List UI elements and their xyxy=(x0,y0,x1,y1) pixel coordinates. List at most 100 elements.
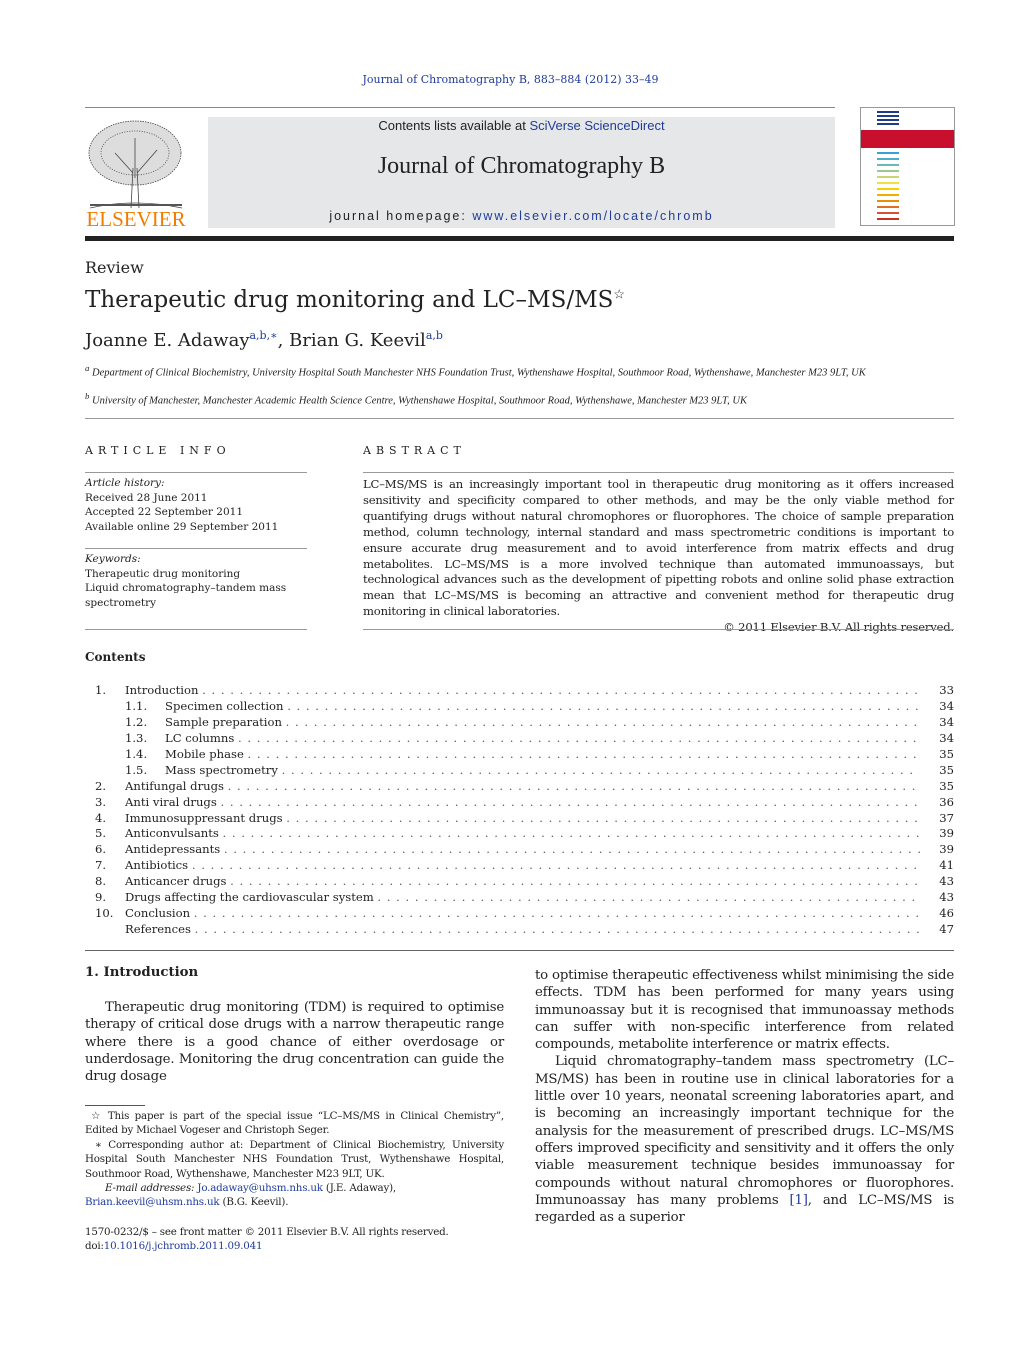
sciencedirect-link[interactable]: SciVerse ScienceDirect xyxy=(529,118,664,133)
toc-number: 1. xyxy=(95,683,107,697)
divider xyxy=(85,629,307,630)
toc-label-with-leader: Introduction . . . . . . . . . . . . . .… xyxy=(125,683,920,699)
toc-entry[interactable]: 10. Conclusion . . . . . . . . . . . . . … xyxy=(85,906,954,922)
toc-entry[interactable]: 3. Anti viral drugs . . . . . . . . . . .… xyxy=(85,795,954,811)
toc-label[interactable]: Sample preparation xyxy=(165,715,282,729)
toc-label-with-leader: Drugs affecting the cardiovascular syste… xyxy=(125,890,920,906)
toc-label[interactable]: Antibiotics xyxy=(125,858,188,872)
toc-page: 39 xyxy=(939,842,954,857)
email-link[interactable]: Jo.adaway@uhsm.nhs.uk xyxy=(197,1182,323,1194)
toc-number: 3. xyxy=(95,794,107,809)
divider xyxy=(85,548,307,549)
footnote-corresponding: ∗ Corresponding author at: Department of… xyxy=(85,1138,504,1180)
toc-entry[interactable]: References . . . . . . . . . . . . . . .… xyxy=(85,922,954,938)
toc-label[interactable]: Mobile phase xyxy=(165,747,244,761)
dot-leader: . . . . . . . . . . . . . . . . . . . . … xyxy=(238,730,920,745)
reference-link[interactable]: [1] xyxy=(790,1193,808,1208)
homepage-link[interactable]: www.elsevier.com/locate/chromb xyxy=(472,209,713,223)
divider xyxy=(85,472,307,473)
toc-number: 4. xyxy=(95,810,107,825)
toc-entry[interactable]: 1.4. Mobile phase . . . . . . . . . . . .… xyxy=(85,747,954,763)
toc-label-with-leader: Anticancer drugs . . . . . . . . . . . .… xyxy=(125,874,920,890)
toc-label[interactable]: Antidepressants xyxy=(125,842,220,856)
toc-entry[interactable]: 6. Antidepressants . . . . . . . . . . . … xyxy=(85,842,954,858)
article-title: Therapeutic drug monitoring and LC–MS/MS… xyxy=(85,287,626,313)
toc-label-with-leader: Mass spectrometry . . . . . . . . . . . … xyxy=(165,763,920,779)
toc-label[interactable]: Specimen collection xyxy=(165,699,284,713)
article-type: Review xyxy=(85,258,144,277)
dot-leader: . . . . . . . . . . . . . . . . . . . . … xyxy=(202,683,920,697)
toc-page: 43 xyxy=(939,890,954,905)
author-affiliation-marks[interactable]: a,b,∗ xyxy=(250,329,278,342)
toc-label[interactable]: Conclusion xyxy=(125,906,190,920)
toc-number: 1.3. xyxy=(125,730,148,745)
toc-label[interactable]: Immunosuppressant drugs xyxy=(125,811,283,825)
toc-entry[interactable]: 1.3. LC columns . . . . . . . . . . . . .… xyxy=(85,731,954,747)
toc-label-with-leader: Mobile phase . . . . . . . . . . . . . .… xyxy=(165,747,920,763)
contents-availability: Contents lists available at SciVerse Sci… xyxy=(378,118,665,133)
toc-entry[interactable]: 1. Introduction . . . . . . . . . . . . .… xyxy=(85,683,954,699)
email-link[interactable]: Brian.keevil@uhsm.nhs.uk xyxy=(85,1196,220,1208)
body-text-left: Therapeutic drug monitoring (TDM) is req… xyxy=(85,1000,504,1085)
star-footnote-mark[interactable]: ☆ xyxy=(613,287,625,302)
toc-entry[interactable]: 5. Anticonvulsants . . . . . . . . . . . … xyxy=(85,826,954,842)
toc-label[interactable]: Antifungal drugs xyxy=(125,779,224,793)
author-name: Joanne E. Adaway xyxy=(85,330,250,351)
article-history: Article history: Received 28 June 2011 Ac… xyxy=(85,477,279,533)
dot-leader: . . . . . . . . . . . . . . . . . . . . … xyxy=(287,698,920,713)
affiliation: a Department of Clinical Biochemistry, U… xyxy=(85,363,866,379)
dot-leader: . . . . . . . . . . . . . . . . . . . . … xyxy=(222,826,921,841)
table-of-contents: 1. Introduction . . . . . . . . . . . . .… xyxy=(85,683,954,938)
toc-label-with-leader: Antidepressants . . . . . . . . . . . . … xyxy=(125,842,920,858)
toc-entry[interactable]: 9. Drugs affecting the cardiovascular sys… xyxy=(85,890,954,906)
toc-label-with-leader: Conclusion . . . . . . . . . . . . . . .… xyxy=(125,906,920,922)
journal-citation[interactable]: Journal of Chromatography B, 883–884 (20… xyxy=(0,73,1021,86)
elsevier-logo: ELSEVIER xyxy=(85,118,187,231)
toc-page: 35 xyxy=(939,778,954,793)
toc-entry[interactable]: 4. Immunosuppressant drugs . . . . . . . … xyxy=(85,811,954,827)
toc-label-with-leader: Immunosuppressant drugs . . . . . . . . … xyxy=(125,811,920,827)
dot-leader: . . . . . . . . . . . . . . . . . . . . … xyxy=(247,746,920,761)
toc-label[interactable]: LC columns xyxy=(165,731,234,745)
toc-label-with-leader: Specimen collection . . . . . . . . . . … xyxy=(165,699,920,715)
toc-number: 1.2. xyxy=(125,714,148,729)
front-matter: 1570-0232/$ – see front matter © 2011 El… xyxy=(85,1226,449,1253)
toc-page: 47 xyxy=(939,922,954,937)
toc-entry[interactable]: 2. Antifungal drugs . . . . . . . . . . .… xyxy=(85,779,954,795)
toc-label[interactable]: Drugs affecting the cardiovascular syste… xyxy=(125,890,374,904)
toc-label-with-leader: Antibiotics . . . . . . . . . . . . . . … xyxy=(125,858,920,874)
dot-leader: . . . . . . . . . . . . . . . . . . . . … xyxy=(285,714,920,729)
toc-label-with-leader: References . . . . . . . . . . . . . . .… xyxy=(125,922,920,938)
toc-label[interactable]: Mass spectrometry xyxy=(165,763,278,777)
toc-entry[interactable]: 8. Anticancer drugs . . . . . . . . . . .… xyxy=(85,874,954,890)
toc-label[interactable]: Anti viral drugs xyxy=(125,795,217,809)
divider xyxy=(363,629,954,630)
author-list: Joanne E. Adawaya,b,∗, Brian G. Keevila,… xyxy=(85,329,443,351)
dot-leader: . . . . . . . . . . . . . . . . . . . . … xyxy=(194,922,920,937)
citation-link[interactable]: Journal of Chromatography B, 883–884 (20… xyxy=(363,73,659,86)
dot-leader: . . . . . . . . . . . . . . . . . . . . … xyxy=(281,762,920,777)
toc-entry[interactable]: 1.1. Specimen collection . . . . . . . . … xyxy=(85,699,954,715)
toc-page: 41 xyxy=(939,858,954,873)
toc-label[interactable]: Anticancer drugs xyxy=(125,874,226,888)
toc-entry[interactable]: 7. Antibiotics . . . . . . . . . . . . . … xyxy=(85,858,954,874)
author-affiliation-marks[interactable]: a,b xyxy=(426,329,443,342)
keywords: Keywords: Therapeutic drug monitoring Liq… xyxy=(85,553,287,609)
toc-entry[interactable]: 1.2. Sample preparation . . . . . . . . .… xyxy=(85,715,954,731)
toc-page: 37 xyxy=(939,810,954,825)
toc-label[interactable]: Anticonvulsants xyxy=(125,826,219,840)
toc-entry[interactable]: 1.5. Mass spectrometry . . . . . . . . . … xyxy=(85,763,954,779)
toc-label[interactable]: References xyxy=(125,922,191,936)
toc-page: 35 xyxy=(939,762,954,777)
toc-number xyxy=(85,922,125,938)
toc-label[interactable]: Introduction xyxy=(125,683,198,697)
footnote-emails: E-mail addresses: Jo.adaway@uhsm.nhs.uk … xyxy=(85,1182,397,1209)
journal-title: Journal of Chromatography B xyxy=(377,153,666,179)
toc-label-with-leader: Antifungal drugs . . . . . . . . . . . .… xyxy=(125,779,920,795)
footnote-divider xyxy=(85,1105,145,1106)
toc-page: 34 xyxy=(939,698,954,713)
abstract-body: LC–MS/MS is an increasingly important to… xyxy=(363,477,954,635)
toc-number: 5. xyxy=(95,826,107,841)
journal-homepage: journal homepage: www.elsevier.com/locat… xyxy=(329,209,714,223)
doi-link[interactable]: 10.1016/j.jchromb.2011.09.041 xyxy=(104,1240,263,1252)
